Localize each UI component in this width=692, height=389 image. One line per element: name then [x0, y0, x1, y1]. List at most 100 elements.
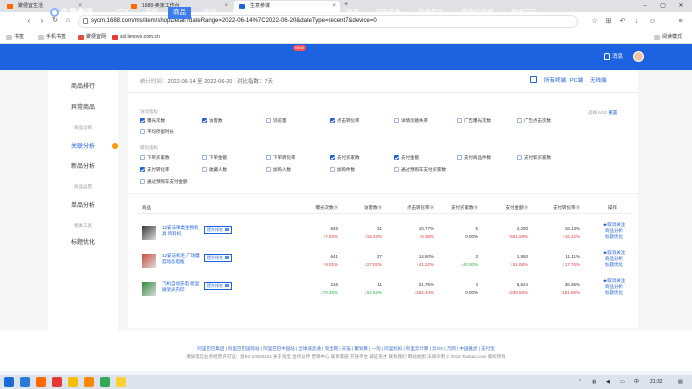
checkbox-order-amount[interactable]: 下单金额	[202, 155, 227, 161]
message-button[interactable]: 消息	[604, 52, 623, 62]
sidebar-item-goods-rank[interactable]: 商品排行	[48, 81, 118, 93]
star-icon[interactable]: ☆	[590, 17, 599, 26]
nav-item-marketing-2[interactable]: 营销	[259, 7, 272, 19]
product-thumbnail[interactable]	[142, 254, 156, 268]
column-header-click-rate[interactable]: 点击转化率⓪	[390, 205, 434, 211]
checkbox-pay-items[interactable]: 支付商品件数	[457, 155, 491, 161]
sidebar-item-association[interactable]: 关联分析	[48, 141, 118, 153]
close-icon[interactable]: ×	[332, 1, 336, 12]
nav-item-customer[interactable]: 客户	[231, 7, 244, 19]
app-icon[interactable]	[52, 377, 62, 387]
checkbox-order-rate[interactable]: 下单转化率	[266, 155, 296, 161]
terminal-mobile[interactable]: 无线端	[590, 76, 607, 84]
nav-item-goods[interactable]: 商品	[168, 7, 191, 19]
column-header-pay-rate[interactable]: 支付转化率⓪	[532, 205, 580, 211]
checkbox-bounce-rate[interactable]: 详情页跳失率	[394, 118, 428, 124]
reading-mode-link[interactable]: 阅读模式	[654, 33, 682, 42]
nav-item-school[interactable]: 数据学堂	[511, 7, 537, 19]
checkbox-avg-stay[interactable]: 平均停留时长	[140, 129, 174, 135]
product-thumbnail[interactable]	[142, 282, 156, 296]
sidebar-item-new-goods[interactable]: 新品分析	[48, 161, 118, 173]
checkbox-order-buyers[interactable]: 下单买家数	[140, 155, 170, 161]
menu-icon[interactable]: ≡	[676, 17, 685, 26]
checkbox-exposure[interactable]: 曝光次数	[140, 118, 165, 124]
metric-value: 1,950	[516, 254, 528, 259]
checkbox-pay-amount[interactable]: 支付金额	[394, 155, 419, 161]
product-thumbnail[interactable]	[142, 226, 156, 240]
avatar[interactable]	[633, 51, 644, 62]
nav-item-marketing[interactable]: 营销	[203, 7, 216, 19]
tray-up-icon[interactable]: ⌃	[578, 378, 582, 386]
checkbox-precart-amount[interactable]: 通过预购车支付金额	[140, 179, 188, 185]
product-name[interactable]: 12安法律类生物机具 鸡料机	[162, 225, 200, 237]
ime-indicator[interactable]: 中	[634, 378, 639, 386]
checkbox-visitors[interactable]: 访客数	[202, 118, 223, 124]
nav-item-lab[interactable]: 爆款实验室	[461, 7, 494, 19]
close-window-icon[interactable]: ✕	[672, 0, 690, 12]
network-icon[interactable]: ◍	[592, 378, 596, 386]
sidebar-item-single-goods[interactable]: 单品分析	[48, 200, 118, 212]
product-name[interactable]: 飞机自动充电 舱里展架光内印	[162, 281, 200, 293]
title-optimize-link[interactable]: 标题优化	[596, 290, 632, 296]
nav-item-content[interactable]: 内容	[289, 7, 302, 19]
reset-button[interactable]: 重置	[608, 110, 617, 115]
column-header-visitors[interactable]: 访客数⓪	[346, 205, 382, 211]
clock[interactable]: 21:32	[650, 378, 663, 386]
nav-item-traffic[interactable]: 流量	[145, 7, 158, 19]
nav-item-home[interactable]: 首页	[116, 7, 129, 19]
column-header-exposure[interactable]: 曝光次数⓪	[302, 205, 339, 211]
account-icon[interactable]: ☺	[648, 17, 657, 26]
battery-icon[interactable]: ▭	[620, 378, 625, 386]
app-icon[interactable]	[20, 377, 30, 387]
notification-icon[interactable]: ▤	[678, 378, 683, 386]
boost-rank-button[interactable]: 提升排名	[204, 226, 232, 234]
nav-item-trade[interactable]: 交易	[317, 7, 330, 19]
bookmark-item[interactable]: 聚便宜网	[78, 33, 106, 42]
column-header-pay-buyers[interactable]: 支付买家数⓪	[440, 205, 478, 211]
sidebar-item-abnormal[interactable]: 异常商品	[48, 102, 118, 114]
checkbox-favorites[interactable]: 收藏人数	[202, 167, 227, 173]
title-optimize-link[interactable]: 标题优化	[596, 262, 632, 268]
volume-icon[interactable]: ◀	[606, 378, 610, 386]
calendar-icon[interactable]	[530, 76, 537, 83]
terminal-pc[interactable]: PC端	[570, 76, 583, 84]
close-icon[interactable]: ×	[224, 1, 228, 12]
app-icon[interactable]	[116, 377, 126, 387]
checkbox-cart-items[interactable]: 加购件数	[330, 167, 355, 173]
checkbox-cart-users[interactable]: 加购人数	[266, 167, 291, 173]
app-icon[interactable]	[84, 377, 94, 387]
app-icon[interactable]	[68, 377, 78, 387]
product-name[interactable]: 12安法机毛 广场蘑菇动态电瓶	[162, 253, 200, 265]
checkbox-ad-exposure[interactable]: 广告曝光次数	[457, 118, 491, 124]
back-icon[interactable]: ‹	[24, 16, 34, 26]
column-header-pay-amount[interactable]: 支付金额⓪	[482, 205, 529, 211]
maximize-icon[interactable]: ▢	[654, 0, 672, 12]
app-logo[interactable]: 生意参谋	[50, 7, 93, 19]
boost-rank-button[interactable]: 提升排名	[204, 254, 232, 262]
title-optimize-link[interactable]: 标题优化	[596, 234, 632, 240]
download-icon[interactable]: ↓	[632, 17, 641, 26]
start-icon[interactable]	[4, 377, 14, 387]
nav-item-business[interactable]: 业务专区	[418, 7, 444, 19]
nav-item-service[interactable]: 服务	[346, 7, 359, 19]
checkbox-ad-clicks[interactable]: 广告点击次数	[517, 118, 551, 124]
bookmark-item[interactable]: 书签	[6, 33, 24, 42]
checkbox-pageviews[interactable]: 浏览量	[266, 118, 287, 124]
history-icon[interactable]: ↶	[618, 17, 627, 26]
checkbox-pay-new-buyers[interactable]: 支付新买家数	[517, 155, 551, 161]
forward-icon[interactable]: ›	[37, 16, 47, 26]
bookmark-item[interactable]: ssl.lenovo.com.cn	[112, 33, 160, 42]
nav-item-market[interactable]: 市场竞争	[375, 7, 401, 19]
boost-rank-button[interactable]: 提升排名	[204, 282, 232, 290]
checkbox-pay-buyers[interactable]: 支付买家数	[330, 155, 360, 161]
checkbox-precart-buyers[interactable]: 通过预购车支付买家数	[394, 167, 446, 173]
minimize-icon[interactable]: –	[636, 0, 654, 12]
bookmark-item[interactable]: 手机书签	[38, 33, 66, 42]
footer-links[interactable]: 阿里巴巴集团 | 阿里巴巴国际站 | 阿里巴巴中国站 | 全球速卖通 | 淘宝网…	[0, 346, 692, 352]
app-icon[interactable]	[36, 377, 46, 387]
extensions-icon[interactable]: ⊞	[604, 17, 613, 26]
checkbox-click-rate[interactable]: 点击转化率	[330, 118, 360, 124]
app-icon[interactable]	[100, 377, 110, 387]
checkbox-pay-rate[interactable]: 支付转化率	[140, 167, 170, 173]
terminal-all[interactable]: 所有终端	[544, 76, 566, 84]
